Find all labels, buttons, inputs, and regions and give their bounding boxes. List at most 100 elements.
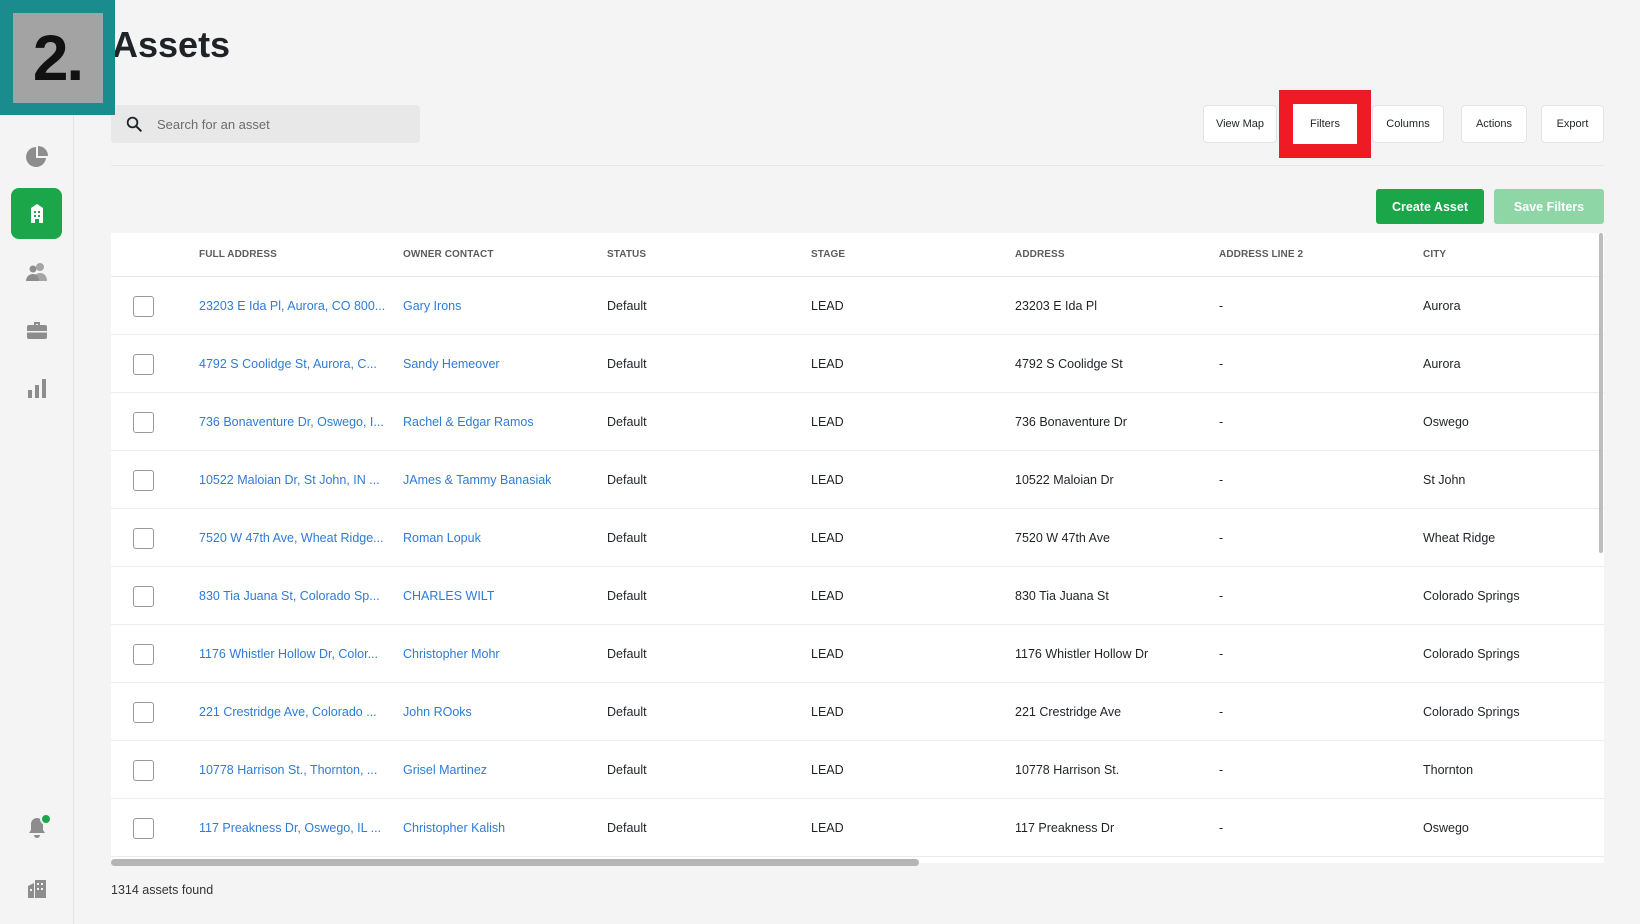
- columns-button[interactable]: Columns: [1372, 105, 1444, 143]
- address-line2-cell: -: [1219, 763, 1224, 777]
- table-row[interactable]: 1176 Whistler Hollow Dr, Color... Christo…: [111, 625, 1604, 683]
- column-header[interactable]: ADDRESS LINE 2: [1219, 249, 1303, 260]
- table-row[interactable]: 10522 Maloian Dr, St John, IN ... JAmes &…: [111, 451, 1604, 509]
- row-checkbox[interactable]: [133, 470, 154, 491]
- row-checkbox[interactable]: [133, 818, 154, 839]
- city-cell: St John: [1423, 473, 1466, 487]
- actions-button[interactable]: Actions: [1461, 105, 1527, 143]
- full-address-link[interactable]: 736 Bonaventure Dr, Oswego, I...: [199, 415, 384, 429]
- column-header[interactable]: FULL ADDRESS: [199, 249, 277, 260]
- full-address-link[interactable]: 10778 Harrison St., Thornton, ...: [199, 763, 377, 777]
- nav-assets[interactable]: [11, 188, 62, 239]
- status-cell: Default: [607, 473, 647, 487]
- owner-contact-link[interactable]: Gary Irons: [403, 299, 461, 313]
- column-header[interactable]: CITY: [1423, 249, 1446, 260]
- full-address-link[interactable]: 23203 E Ida Pl, Aurora, CO 800...: [199, 299, 385, 313]
- owner-contact-link[interactable]: Sandy Hemeover: [403, 357, 500, 371]
- stage-cell: LEAD: [811, 821, 844, 835]
- row-checkbox[interactable]: [133, 586, 154, 607]
- nav-portfolio[interactable]: [11, 304, 62, 355]
- table-row[interactable]: 736 Bonaventure Dr, Oswego, I... Rachel &…: [111, 393, 1604, 451]
- horizontal-scrollbar[interactable]: [111, 859, 919, 866]
- step-number: 2.: [12, 12, 103, 103]
- owner-contact-link[interactable]: Rachel & Edgar Ramos: [403, 415, 534, 429]
- city-cell: Wheat Ridge: [1423, 531, 1496, 545]
- table-row[interactable]: 7520 W 47th Ave, Wheat Ridge... Roman Lop…: [111, 509, 1604, 567]
- address-cell: 221 Crestridge Ave: [1015, 705, 1122, 719]
- owner-contact-link[interactable]: Christopher Mohr: [403, 647, 500, 661]
- address-cell: 117 Preakness Dr: [1015, 821, 1115, 835]
- row-checkbox[interactable]: [133, 528, 154, 549]
- row-checkbox[interactable]: [133, 412, 154, 433]
- stage-cell: LEAD: [811, 357, 844, 371]
- address-line2-cell: -: [1219, 473, 1224, 487]
- owner-contact-link[interactable]: JAmes & Tammy Banasiak: [403, 473, 551, 487]
- row-checkbox[interactable]: [133, 296, 154, 317]
- address-line2-cell: -: [1219, 647, 1224, 661]
- table-row[interactable]: 221 Crestridge Ave, Colorado ... John ROo…: [111, 683, 1604, 741]
- row-checkbox[interactable]: [133, 702, 154, 723]
- vertical-scrollbar[interactable]: [1599, 233, 1603, 553]
- status-cell: Default: [607, 821, 647, 835]
- row-checkbox[interactable]: [133, 644, 154, 665]
- row-checkbox[interactable]: [133, 354, 154, 375]
- status-cell: Default: [607, 589, 647, 603]
- full-address-link[interactable]: 7520 W 47th Ave, Wheat Ridge...: [199, 531, 384, 545]
- full-address-link[interactable]: 10522 Maloian Dr, St John, IN ...: [199, 473, 380, 487]
- export-button[interactable]: Export: [1541, 105, 1604, 143]
- owner-contact-link[interactable]: CHARLES WILT: [403, 589, 494, 603]
- full-address-link[interactable]: 4792 S Coolidge St, Aurora, C...: [199, 357, 377, 371]
- full-address-link[interactable]: 830 Tia Juana St, Colorado Sp...: [199, 589, 380, 603]
- pie-chart-icon: [25, 145, 48, 167]
- nav-contacts[interactable]: [11, 246, 62, 297]
- stage-cell: LEAD: [811, 705, 844, 719]
- contacts-icon: [25, 262, 47, 281]
- column-header[interactable]: STAGE: [811, 249, 845, 260]
- full-address-link[interactable]: 1176 Whistler Hollow Dr, Color...: [199, 647, 378, 661]
- save-filters-button[interactable]: Save Filters: [1494, 189, 1604, 224]
- search-bar[interactable]: [111, 105, 420, 143]
- bar-chart-icon: [27, 378, 46, 398]
- stage-cell: LEAD: [811, 647, 844, 661]
- table-row[interactable]: 117 Preakness Dr, Oswego, IL ... Christop…: [111, 799, 1604, 857]
- stage-cell: LEAD: [811, 415, 844, 429]
- nav-notifications[interactable]: [11, 802, 62, 853]
- stage-cell: LEAD: [811, 299, 844, 313]
- city-cell: Colorado Springs: [1423, 647, 1520, 661]
- column-header[interactable]: OWNER CONTACT: [403, 249, 494, 260]
- page-title: Assets: [112, 24, 231, 65]
- row-checkbox[interactable]: [133, 760, 154, 781]
- owner-contact-link[interactable]: Christopher Kalish: [403, 821, 505, 835]
- table-row[interactable]: 23203 E Ida Pl, Aurora, CO 800... Gary Ir…: [111, 277, 1604, 335]
- address-line2-cell: -: [1219, 589, 1224, 603]
- stage-cell: LEAD: [811, 589, 844, 603]
- owner-contact-link[interactable]: Grisel Martinez: [403, 763, 487, 777]
- stage-cell: LEAD: [811, 531, 844, 545]
- filters-highlight: Filters: [1279, 90, 1371, 158]
- table-row[interactable]: 4792 S Coolidge St, Aurora, C... Sandy He…: [111, 335, 1604, 393]
- address-line2-cell: -: [1219, 415, 1224, 429]
- owner-contact-link[interactable]: Roman Lopuk: [403, 531, 481, 545]
- status-cell: Default: [607, 531, 647, 545]
- table-row[interactable]: 10778 Harrison St., Thornton, ... Grisel …: [111, 741, 1604, 799]
- nav-reports[interactable]: [11, 362, 62, 413]
- owner-contact-link[interactable]: John ROoks: [403, 705, 472, 719]
- address-line2-cell: -: [1219, 821, 1224, 835]
- full-address-link[interactable]: 221 Crestridge Ave, Colorado ...: [199, 705, 377, 719]
- view-map-button[interactable]: View Map: [1203, 105, 1277, 143]
- column-header[interactable]: ADDRESS: [1015, 249, 1065, 260]
- city-cell: Oswego: [1423, 821, 1469, 835]
- nav-dashboard[interactable]: [11, 131, 62, 182]
- search-input[interactable]: [157, 116, 397, 132]
- column-header[interactable]: STATUS: [607, 249, 646, 260]
- filters-button[interactable]: Filters: [1293, 104, 1357, 144]
- status-cell: Default: [607, 705, 647, 719]
- status-cell: Default: [607, 299, 647, 313]
- full-address-link[interactable]: 117 Preakness Dr, Oswego, IL ...: [199, 821, 381, 835]
- table-row[interactable]: 830 Tia Juana St, Colorado Sp... CHARLES …: [111, 567, 1604, 625]
- create-asset-button[interactable]: Create Asset: [1376, 189, 1484, 224]
- nav-organization[interactable]: [11, 862, 62, 913]
- organization-icon: [27, 879, 46, 898]
- address-line2-cell: -: [1219, 299, 1224, 313]
- step-badge: 2.: [0, 0, 115, 115]
